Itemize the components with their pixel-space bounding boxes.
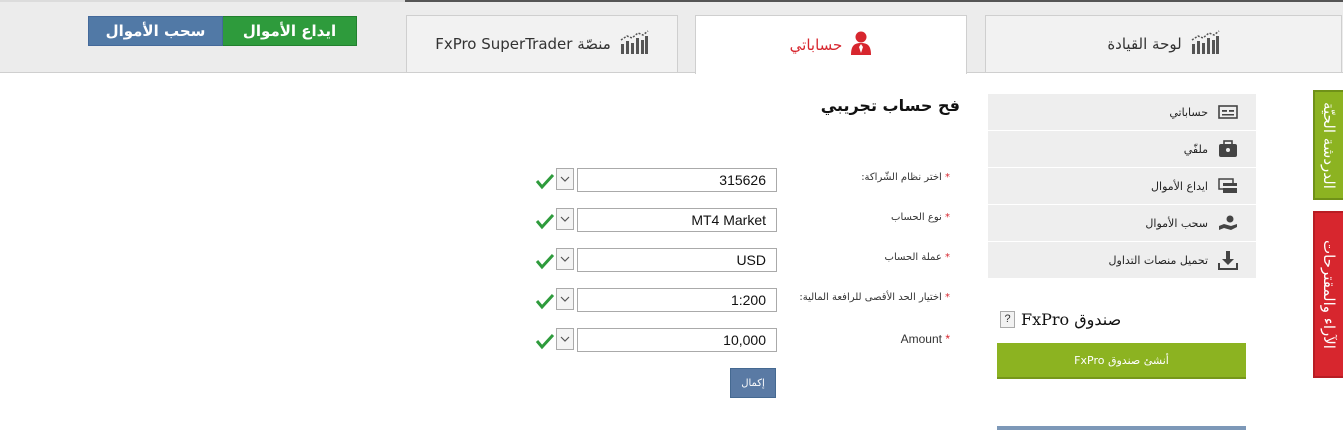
form-row-amount: 10,000 Amount *	[535, 328, 955, 354]
briefcase-icon	[1218, 139, 1238, 159]
fund-title: صندوق FxPro	[1021, 310, 1122, 329]
leverage-label: * اختيار الحد الأقصى للرافعة المالية:	[799, 292, 950, 303]
hand-money-icon	[1218, 213, 1238, 233]
check-icon	[535, 292, 555, 310]
feedback-label: الآراء والمقترحات	[1320, 240, 1338, 349]
page-title: فح حساب تجريبي	[820, 96, 960, 115]
feedback-tab[interactable]: الآراء والمقترحات	[1313, 211, 1343, 378]
currency-select[interactable]: USD	[577, 248, 777, 272]
user-icon	[850, 31, 872, 59]
help-icon[interactable]: ?	[1000, 311, 1015, 328]
download-icon	[1218, 250, 1238, 270]
tab-my-accounts[interactable]: حساباتي	[695, 15, 967, 74]
sidebar-item-label: تحميل منصات التداول	[1108, 253, 1208, 267]
tab-supertrader[interactable]: منصّة FxPro SuperTrader	[406, 15, 678, 72]
chevron-down-icon[interactable]	[556, 208, 574, 230]
fund-heading: صندوق FxPro ?	[1000, 310, 1246, 329]
partnership-select[interactable]: 315626	[577, 168, 777, 192]
form-row-leverage: 1:200 * اختيار الحد الأقصى للرافعة المال…	[535, 288, 955, 314]
withdraw-funds-button[interactable]: سحب الأموال	[88, 16, 223, 46]
sidebar-item-withdraw[interactable]: سحب الأموال	[988, 205, 1256, 242]
check-icon	[535, 252, 555, 270]
complete-button[interactable]: إكمال	[730, 368, 776, 398]
sidebar-item-profile[interactable]: ملفّي	[988, 131, 1256, 168]
tab-supertrader-label: منصّة FxPro SuperTrader	[435, 35, 611, 53]
amount-label: Amount *	[900, 332, 950, 346]
create-fund-button[interactable]: أنشئ صندوق FxPro	[997, 343, 1246, 379]
tab-my-accounts-label: حساباتي	[789, 36, 843, 54]
deposit-funds-button[interactable]: ايداع الأموال	[222, 16, 357, 46]
bar-chart-icon	[1190, 30, 1220, 58]
account-type-select[interactable]: MT4 Market	[577, 208, 777, 232]
chevron-down-icon[interactable]	[556, 328, 574, 350]
bar-chart-icon	[619, 30, 649, 58]
amount-select[interactable]: 10,000	[577, 328, 777, 352]
live-chat-label: الدردشة الحيّة	[1320, 101, 1338, 189]
live-chat-tab[interactable]: الدردشة الحيّة	[1313, 90, 1343, 200]
check-icon	[535, 332, 555, 350]
sidebar-item-label: سحب الأموال	[1145, 216, 1208, 230]
form-row-partnership: 315626 * اختر نظام الشّراكة:	[535, 168, 955, 194]
check-icon	[535, 212, 555, 230]
check-icon	[535, 172, 555, 190]
sidebar-item-label: حساباتي	[1169, 105, 1208, 119]
sidebar-item-deposit[interactable]: ايداع الأموال	[988, 168, 1256, 205]
tab-dashboard[interactable]: لوحة القيادة	[985, 15, 1342, 72]
sidebar-item-label: ملفّي	[1183, 142, 1208, 156]
id-card-icon	[1218, 102, 1238, 122]
sidebar-bottom-bar	[997, 426, 1246, 430]
form-row-account-type: MT4 Market * نوع الحساب	[535, 208, 955, 234]
chevron-down-icon[interactable]	[556, 168, 574, 190]
credit-card-icon	[1218, 176, 1238, 196]
sidebar-item-my-accounts[interactable]: حساباتي	[988, 94, 1256, 131]
form-row-currency: USD * عملة الحساب	[535, 248, 955, 274]
currency-label: * عملة الحساب	[884, 252, 950, 263]
leverage-select[interactable]: 1:200	[577, 288, 777, 312]
partnership-label: * اختر نظام الشّراكة:	[861, 172, 950, 183]
chevron-down-icon[interactable]	[556, 288, 574, 310]
sidebar-item-download-platforms[interactable]: تحميل منصات التداول	[988, 242, 1256, 279]
sidebar-menu: حساباتي ملفّي ايداع الأموال سحب الأموال …	[988, 94, 1256, 279]
sidebar-item-label: ايداع الأموال	[1151, 179, 1208, 193]
chevron-down-icon[interactable]	[556, 248, 574, 270]
tab-dashboard-label: لوحة القيادة	[1107, 35, 1182, 53]
account-type-label: * نوع الحساب	[891, 212, 950, 223]
